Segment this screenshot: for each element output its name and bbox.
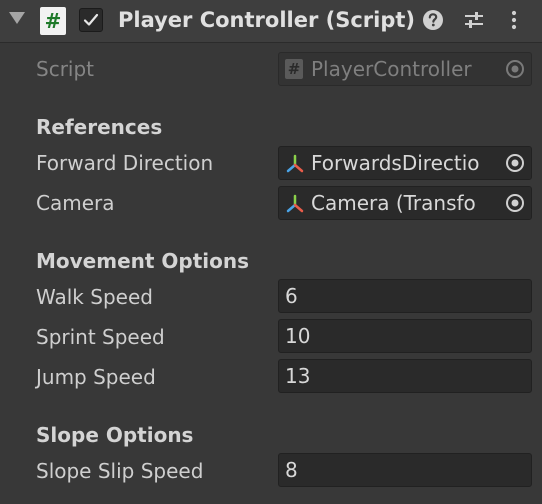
script-object-field: # PlayerController [278, 52, 532, 86]
settings-sliders-icon[interactable] [463, 9, 485, 31]
component-title: Player Controller (Script) [118, 8, 416, 32]
component-header[interactable]: # Player Controller (Script) [0, 0, 542, 43]
walk-speed-label: Walk Speed [36, 285, 153, 309]
script-file-icon: # [285, 59, 303, 79]
foldout-arrow-icon[interactable] [9, 12, 25, 24]
object-picker-button [499, 53, 531, 85]
jump-speed-input[interactable] [279, 360, 531, 392]
checkmark-icon [83, 13, 99, 26]
jump-speed-field[interactable] [278, 359, 532, 393]
camera-value: Camera (Transfo [311, 191, 476, 215]
script-field-value: PlayerController [311, 57, 472, 81]
script-label: Script [36, 57, 95, 81]
slope-slip-speed-label: Slope Slip Speed [36, 459, 204, 483]
transform-axis-icon [286, 194, 304, 213]
section-header-references: References [36, 115, 163, 139]
more-options-icon[interactable] [503, 9, 525, 31]
forward-direction-value: ForwardsDirectio [311, 151, 480, 175]
object-picker-icon [506, 154, 524, 172]
walk-speed-field[interactable] [278, 279, 532, 313]
sprint-speed-field[interactable] [278, 319, 532, 353]
forward-direction-field[interactable]: ForwardsDirectio [278, 146, 532, 180]
object-picker-icon [506, 60, 524, 78]
slope-slip-speed-input[interactable] [279, 454, 531, 486]
sprint-speed-input[interactable] [279, 320, 531, 352]
camera-field[interactable]: Camera (Transfo [278, 186, 532, 220]
section-header-movement-options: Movement Options [36, 249, 250, 273]
object-picker-button[interactable] [499, 147, 531, 179]
walk-speed-input[interactable] [279, 280, 531, 312]
object-picker-icon [506, 194, 524, 212]
sprint-speed-label: Sprint Speed [36, 325, 165, 349]
object-picker-button[interactable] [499, 187, 531, 219]
script-icon: # [40, 7, 66, 35]
jump-speed-label: Jump Speed [36, 365, 156, 389]
section-header-slope-options: Slope Options [36, 423, 194, 447]
camera-label: Camera [36, 191, 115, 215]
forward-direction-label: Forward Direction [36, 151, 214, 175]
enable-checkbox[interactable] [79, 8, 103, 32]
help-icon[interactable] [422, 9, 444, 31]
transform-axis-icon [286, 154, 304, 173]
component-inspector: # Player Controller (Script) Script # Pl [0, 0, 542, 504]
slope-slip-speed-field[interactable] [278, 453, 532, 487]
